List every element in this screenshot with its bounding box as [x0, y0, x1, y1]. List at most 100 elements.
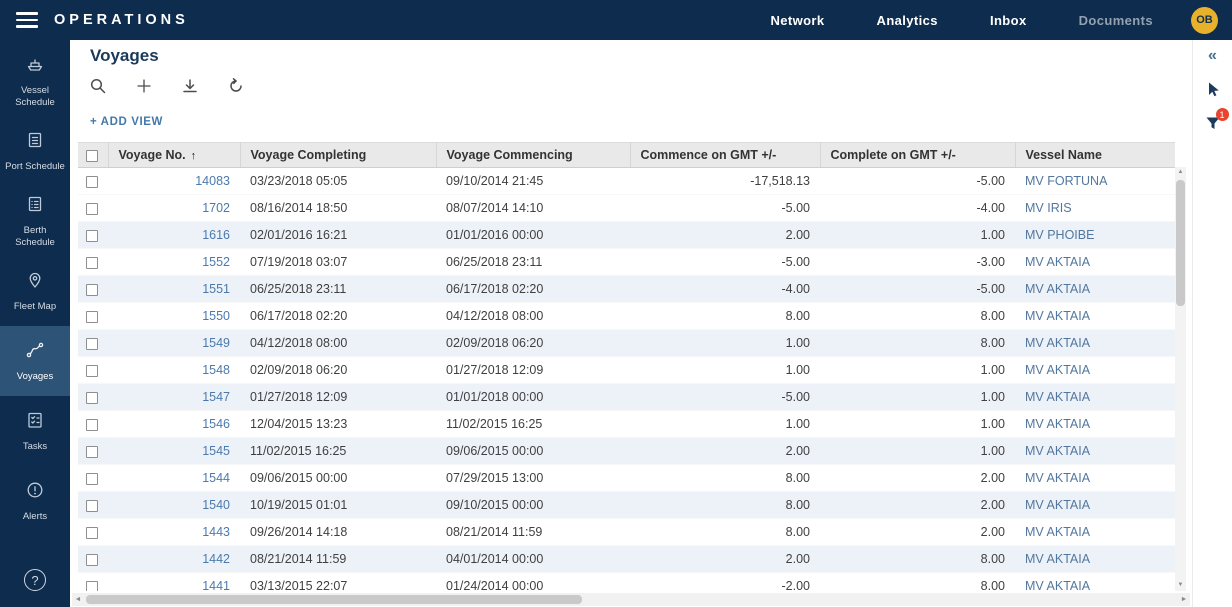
voyage-number-link[interactable]: 1442: [202, 552, 230, 566]
table-row[interactable]: 154010/19/2015 01:0109/10/2015 00:008.00…: [78, 492, 1175, 519]
vessel-name-link[interactable]: MV AKTAIA: [1025, 255, 1090, 269]
voyage-number-link[interactable]: 1443: [202, 525, 230, 539]
sidebar-item-port-schedule[interactable]: Port Schedule: [0, 116, 70, 186]
table-row[interactable]: 144103/13/2015 22:0701/24/2014 00:00-2.0…: [78, 573, 1175, 592]
vessel-name-link[interactable]: MV AKTAIA: [1025, 471, 1090, 485]
vessel-name-link[interactable]: MV AKTAIA: [1025, 444, 1090, 458]
row-checkbox[interactable]: [86, 230, 98, 242]
table-row[interactable]: 154802/09/2018 06:2001/27/2018 12:091.00…: [78, 357, 1175, 384]
vessel-name-link[interactable]: MV AKTAIA: [1025, 579, 1090, 591]
vessel-name-link[interactable]: MV IRIS: [1025, 201, 1072, 215]
row-checkbox[interactable]: [86, 473, 98, 485]
sidebar-item-voyages[interactable]: Voyages: [0, 326, 70, 396]
row-checkbox[interactable]: [86, 554, 98, 566]
collapse-panel-icon[interactable]: «: [1208, 48, 1217, 64]
avatar[interactable]: OB: [1191, 7, 1218, 34]
table-row[interactable]: 154701/27/2018 12:0901/01/2018 00:00-5.0…: [78, 384, 1175, 411]
row-checkbox[interactable]: [86, 392, 98, 404]
vessel-name-link[interactable]: MV AKTAIA: [1025, 282, 1090, 296]
voyage-number-link[interactable]: 1550: [202, 309, 230, 323]
sidebar-item-berth-schedule[interactable]: Berth Schedule: [0, 186, 70, 256]
vessel-name-link[interactable]: MV AKTAIA: [1025, 525, 1090, 539]
add-view-link[interactable]: + ADD VIEW: [90, 116, 163, 128]
table-row[interactable]: 170208/16/2014 18:5008/07/2014 14:10-5.0…: [78, 195, 1175, 222]
vessel-name-link[interactable]: MV AKTAIA: [1025, 417, 1090, 431]
row-checkbox[interactable]: [86, 365, 98, 377]
column-header-vessel-name[interactable]: Vessel Name: [1015, 143, 1175, 168]
row-checkbox[interactable]: [86, 311, 98, 323]
sidebar-item-tasks[interactable]: Tasks: [0, 396, 70, 466]
scroll-right-icon[interactable]: ►: [1178, 593, 1190, 606]
vessel-name-link[interactable]: MV AKTAIA: [1025, 390, 1090, 404]
voyage-number-link[interactable]: 1547: [202, 390, 230, 404]
vertical-scrollbar[interactable]: ▲ ▼: [1175, 167, 1186, 591]
table-row[interactable]: 154612/04/2015 13:2311/02/2015 16:251.00…: [78, 411, 1175, 438]
voyage-number-link[interactable]: 1545: [202, 444, 230, 458]
column-header-voyage-completing[interactable]: Voyage Completing: [240, 143, 436, 168]
reset-icon[interactable]: [226, 76, 246, 96]
vessel-name-link[interactable]: MV AKTAIA: [1025, 363, 1090, 377]
table-row[interactable]: 154511/02/2015 16:2509/06/2015 00:002.00…: [78, 438, 1175, 465]
pointer-tool-icon[interactable]: [1204, 80, 1222, 98]
vessel-name-link[interactable]: MV AKTAIA: [1025, 309, 1090, 323]
row-checkbox[interactable]: [86, 203, 98, 215]
vessel-name-link[interactable]: MV PHOIBE: [1025, 228, 1094, 242]
vessel-name-link[interactable]: MV AKTAIA: [1025, 498, 1090, 512]
row-checkbox[interactable]: [86, 446, 98, 458]
vessel-name-link[interactable]: MV AKTAIA: [1025, 552, 1090, 566]
scroll-down-icon[interactable]: ▼: [1175, 580, 1186, 591]
download-icon[interactable]: [180, 76, 200, 96]
horizontal-scroll-thumb[interactable]: [86, 595, 582, 604]
table-row[interactable]: 155006/17/2018 02:2004/12/2018 08:008.00…: [78, 303, 1175, 330]
row-checkbox[interactable]: [86, 419, 98, 431]
select-all-checkbox[interactable]: [86, 150, 98, 162]
nav-documents[interactable]: Documents: [1079, 13, 1153, 28]
table-row[interactable]: 1408303/23/2018 05:0509/10/2014 21:45-17…: [78, 168, 1175, 195]
voyage-number-link[interactable]: 1441: [202, 579, 230, 591]
filter-icon[interactable]: 1: [1204, 114, 1222, 132]
row-checkbox[interactable]: [86, 176, 98, 188]
scroll-up-icon[interactable]: ▲: [1175, 167, 1186, 178]
row-checkbox[interactable]: [86, 338, 98, 350]
voyage-number-link[interactable]: 14083: [195, 174, 230, 188]
column-header-commence-gmt[interactable]: Commence on GMT +/-: [630, 143, 820, 168]
table-row[interactable]: 154904/12/2018 08:0002/09/2018 06:201.00…: [78, 330, 1175, 357]
nav-network[interactable]: Network: [770, 13, 824, 28]
table-row[interactable]: 144208/21/2014 11:5904/01/2014 00:002.00…: [78, 546, 1175, 573]
column-header-voyage-commencing[interactable]: Voyage Commencing: [436, 143, 630, 168]
hamburger-menu-icon[interactable]: [16, 12, 38, 28]
vertical-scroll-thumb[interactable]: [1176, 180, 1185, 306]
row-checkbox[interactable]: [86, 257, 98, 269]
column-header-complete-gmt[interactable]: Complete on GMT +/-: [820, 143, 1015, 168]
nav-inbox[interactable]: Inbox: [990, 13, 1027, 28]
horizontal-scrollbar[interactable]: ◄ ►: [72, 593, 1190, 606]
table-row[interactable]: 161602/01/2016 16:2101/01/2016 00:002.00…: [78, 222, 1175, 249]
vessel-name-link[interactable]: MV FORTUNA: [1025, 174, 1107, 188]
scroll-left-icon[interactable]: ◄: [72, 593, 84, 606]
voyage-number-link[interactable]: 1616: [202, 228, 230, 242]
add-icon[interactable]: [134, 76, 154, 96]
sidebar-item-alerts[interactable]: Alerts: [0, 466, 70, 536]
sidebar-item-vessel-schedule[interactable]: Vessel Schedule: [0, 46, 70, 116]
table-row[interactable]: 155106/25/2018 23:1106/17/2018 02:20-4.0…: [78, 276, 1175, 303]
table-row[interactable]: 144309/26/2014 14:1808/21/2014 11:598.00…: [78, 519, 1175, 546]
column-header-voyage-no[interactable]: Voyage No.↑: [108, 143, 240, 168]
voyage-number-link[interactable]: 1549: [202, 336, 230, 350]
table-row[interactable]: 154409/06/2015 00:0007/29/2015 13:008.00…: [78, 465, 1175, 492]
row-checkbox[interactable]: [86, 527, 98, 539]
table-row[interactable]: 155207/19/2018 03:0706/25/2018 23:11-5.0…: [78, 249, 1175, 276]
vessel-name-link[interactable]: MV AKTAIA: [1025, 336, 1090, 350]
voyage-number-link[interactable]: 1702: [202, 201, 230, 215]
voyage-number-link[interactable]: 1540: [202, 498, 230, 512]
nav-analytics[interactable]: Analytics: [877, 13, 938, 28]
voyage-number-link[interactable]: 1544: [202, 471, 230, 485]
sidebar-item-fleet-map[interactable]: Fleet Map: [0, 256, 70, 326]
voyage-number-link[interactable]: 1551: [202, 282, 230, 296]
voyage-number-link[interactable]: 1552: [202, 255, 230, 269]
search-icon[interactable]: [88, 76, 108, 96]
row-checkbox[interactable]: [86, 284, 98, 296]
help-icon[interactable]: ?: [24, 569, 46, 591]
row-checkbox[interactable]: [86, 500, 98, 512]
voyage-number-link[interactable]: 1548: [202, 363, 230, 377]
row-checkbox[interactable]: [86, 581, 98, 591]
